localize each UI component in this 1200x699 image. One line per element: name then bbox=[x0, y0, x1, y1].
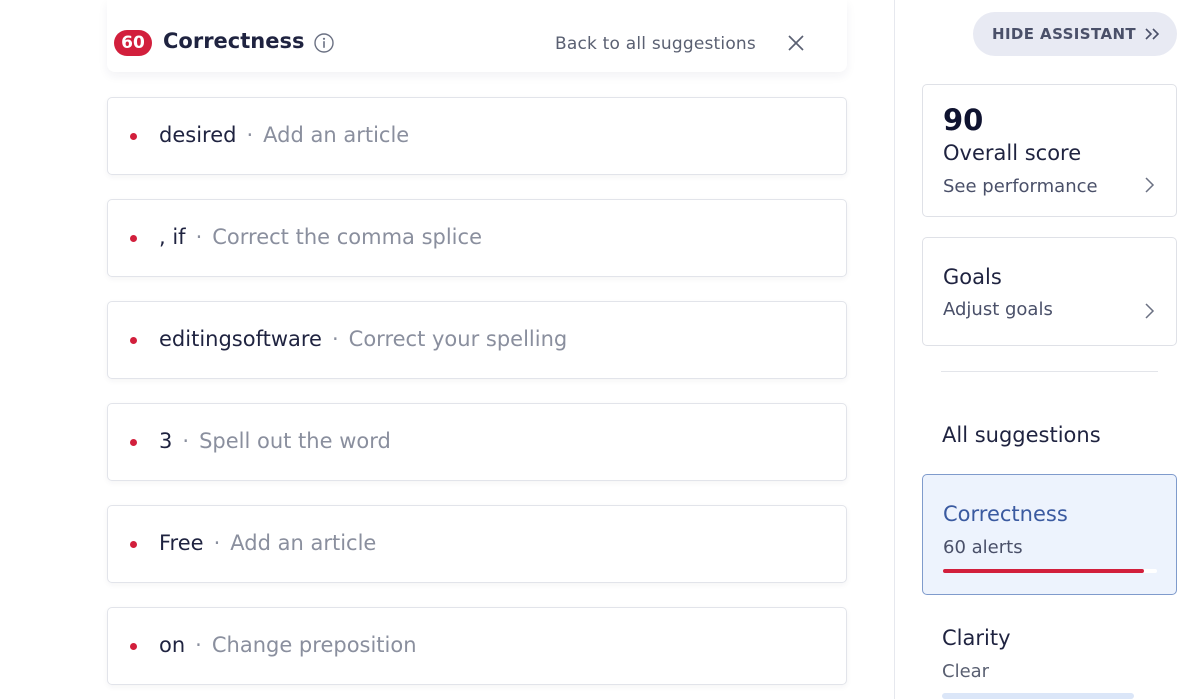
suggestion-card[interactable]: , if · Correct the comma splice bbox=[107, 199, 847, 277]
category-progress-fill bbox=[943, 569, 1145, 573]
separator: · bbox=[182, 429, 190, 453]
alert-dot bbox=[130, 235, 137, 242]
suggestion-word: , if bbox=[159, 225, 186, 249]
alert-dot bbox=[130, 133, 137, 140]
category-clarity-bar bbox=[942, 693, 1134, 699]
suggestion-hint: Correct your spelling bbox=[348, 327, 568, 351]
suggestion-word: editingsoftware bbox=[159, 327, 322, 351]
separator: · bbox=[246, 123, 254, 147]
separator: · bbox=[195, 225, 203, 249]
category-clarity-name[interactable]: Clarity bbox=[942, 626, 1011, 650]
alert-dot bbox=[130, 643, 137, 650]
category-progress-track bbox=[943, 569, 1157, 573]
suggestion-hint: Add an article bbox=[263, 123, 410, 147]
hide-assistant-button[interactable]: HIDE ASSISTANT bbox=[973, 12, 1177, 56]
category-correctness-card[interactable]: Correctness 60 alerts bbox=[922, 474, 1177, 595]
suggestion-hint: Correct the comma splice bbox=[212, 225, 482, 249]
close-icon[interactable] bbox=[786, 33, 806, 53]
overall-score-label: Overall score bbox=[943, 141, 1082, 165]
suggestion-hint: Change preposition bbox=[211, 633, 417, 657]
category-header: 60 Correctness Back to all suggestions bbox=[107, 0, 847, 72]
suggestion-card[interactable]: desired · Add an article bbox=[107, 97, 847, 175]
chevron-right-icon bbox=[1145, 303, 1155, 319]
category-title: Correctness bbox=[163, 29, 305, 53]
suggestion-card[interactable]: on · Change preposition bbox=[107, 607, 847, 685]
suggestion-hint: Spell out the word bbox=[199, 429, 391, 453]
alert-dot bbox=[130, 541, 137, 548]
adjust-goals-link[interactable]: Adjust goals bbox=[943, 299, 1053, 320]
assistant-sidebar: HIDE ASSISTANT 90 Overall score See perf… bbox=[894, 0, 1200, 699]
suggestion-card[interactable]: 3 · Spell out the word bbox=[107, 403, 847, 481]
chevron-right-icon bbox=[1145, 177, 1155, 193]
suggestion-card[interactable]: editingsoftware · Correct your spelling bbox=[107, 301, 847, 379]
all-suggestions-heading[interactable]: All suggestions bbox=[942, 423, 1101, 447]
category-clarity-status: Clear bbox=[942, 661, 990, 682]
suggestion-card[interactable]: Free · Add an article bbox=[107, 505, 847, 583]
main-panel: 60 Correctness Back to all suggestions d… bbox=[0, 0, 893, 699]
suggestion-word: Free bbox=[159, 531, 204, 555]
separator: · bbox=[331, 327, 339, 351]
separator: · bbox=[213, 531, 221, 555]
overall-score-value: 90 bbox=[943, 103, 984, 137]
double-chevron-right-icon bbox=[1145, 28, 1160, 40]
suggestion-word: 3 bbox=[159, 429, 173, 453]
category-status: 60 alerts bbox=[943, 537, 1023, 558]
alert-dot bbox=[130, 337, 137, 344]
alert-dot bbox=[130, 439, 137, 446]
divider bbox=[941, 371, 1158, 372]
overall-score-card[interactable]: 90 Overall score See performance bbox=[922, 84, 1177, 217]
separator: · bbox=[195, 633, 202, 657]
suggestion-word: on bbox=[159, 633, 186, 657]
goals-card[interactable]: Goals Adjust goals bbox=[922, 237, 1177, 346]
goals-title: Goals bbox=[943, 265, 1002, 289]
category-name: Correctness bbox=[943, 502, 1068, 526]
suggestion-word: desired bbox=[159, 123, 237, 147]
info-icon[interactable] bbox=[313, 32, 335, 54]
suggestion-hint: Add an article bbox=[230, 531, 377, 555]
see-performance-link[interactable]: See performance bbox=[943, 176, 1098, 197]
back-to-all-suggestions-link[interactable]: Back to all suggestions bbox=[555, 34, 756, 54]
alert-count-badge: 60 bbox=[114, 30, 152, 56]
hide-assistant-label: HIDE ASSISTANT bbox=[992, 25, 1137, 43]
